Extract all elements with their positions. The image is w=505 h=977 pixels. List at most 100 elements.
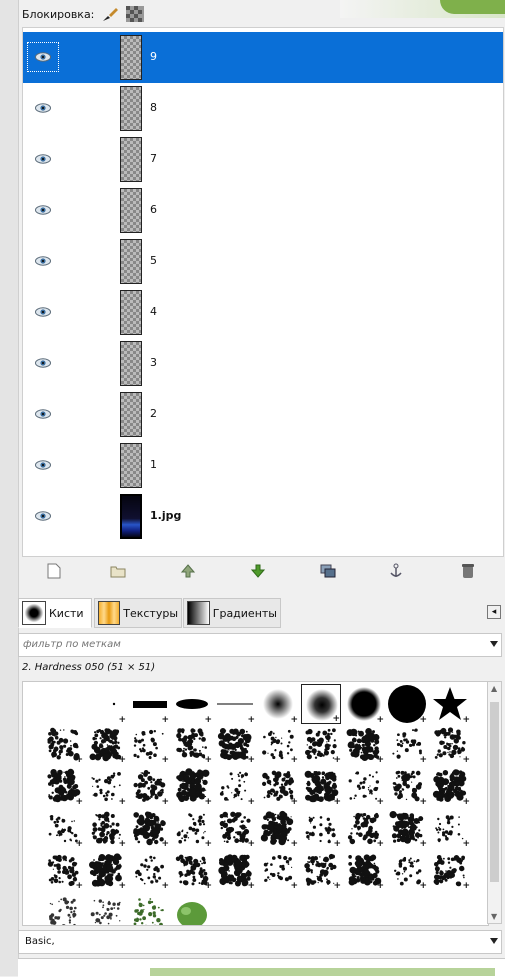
layer-row[interactable]: 1.jpg: [23, 491, 503, 542]
brush-cell[interactable]: +: [43, 893, 83, 926]
brush-cell[interactable]: +: [129, 724, 169, 764]
brush-cell[interactable]: +: [215, 724, 255, 764]
brush-cell[interactable]: +: [387, 724, 427, 764]
layer-row[interactable]: 6: [23, 185, 503, 236]
brush-cell[interactable]: +: [344, 766, 384, 806]
new-layer-icon[interactable]: [45, 562, 63, 580]
brush-cell[interactable]: +: [172, 808, 212, 848]
brush-cell[interactable]: +: [387, 684, 427, 724]
brush-cell[interactable]: +: [430, 808, 470, 848]
brush-cell[interactable]: +: [86, 808, 126, 848]
brush-cell[interactable]: +: [215, 850, 255, 890]
visibility-eye-icon[interactable]: [27, 246, 59, 276]
brush-cell[interactable]: +: [129, 766, 169, 806]
brush-cell[interactable]: +: [43, 808, 83, 848]
layers-list[interactable]: 98 7 65 4 3211.jpg: [22, 27, 504, 557]
visibility-eye-icon[interactable]: [27, 348, 59, 378]
layer-row[interactable]: 9: [23, 32, 503, 83]
brush-cell[interactable]: +: [172, 850, 212, 890]
tag-filter-input[interactable]: [19, 634, 467, 654]
plus-icon: +: [462, 756, 470, 764]
lock-alpha-icon[interactable]: [126, 6, 146, 22]
layer-row[interactable]: 3: [23, 338, 503, 389]
chevron-down-icon[interactable]: [490, 938, 498, 944]
lock-paint-icon[interactable]: [100, 6, 120, 22]
scroll-up-icon[interactable]: ▲: [491, 684, 497, 693]
brush-cell[interactable]: +: [301, 766, 341, 806]
brush-cell[interactable]: +: [301, 724, 341, 764]
brush-cell[interactable]: +: [129, 850, 169, 890]
visibility-eye-icon[interactable]: [27, 399, 59, 429]
brush-cell[interactable]: +: [86, 850, 126, 890]
brush-cell[interactable]: +: [129, 808, 169, 848]
layer-row[interactable]: 8: [23, 83, 503, 134]
brush-cell[interactable]: +: [43, 850, 83, 890]
layer-name: 4: [150, 305, 157, 318]
layer-row[interactable]: 2: [23, 389, 503, 440]
brush-cell[interactable]: +: [301, 808, 341, 848]
chevron-down-icon[interactable]: [490, 641, 498, 647]
brush-cell[interactable]: +: [215, 808, 255, 848]
brush-grid[interactable]: ++++++++++++++++++++++++++++++++++++++++…: [22, 681, 489, 926]
scroll-down-icon[interactable]: ▼: [491, 912, 497, 921]
brush-grid-scrollbar[interactable]: ▲ ▼: [487, 681, 502, 924]
layer-row[interactable]: 7: [23, 134, 503, 185]
brush-cell[interactable]: +: [301, 850, 341, 890]
tab-gradients[interactable]: Градиенты: [183, 598, 281, 628]
brush-cell[interactable]: +: [387, 766, 427, 806]
anchor-layer-icon[interactable]: [387, 562, 405, 580]
brush-cell[interactable]: +: [344, 684, 384, 724]
brush-cell[interactable]: +: [387, 850, 427, 890]
visibility-eye-icon[interactable]: [27, 93, 59, 123]
brush-cell[interactable]: +: [43, 766, 83, 806]
brush-cell[interactable]: +: [43, 724, 83, 764]
brush-cell[interactable]: +: [215, 684, 255, 724]
brush-cell[interactable]: +: [86, 684, 126, 724]
visibility-eye-icon[interactable]: [27, 42, 59, 72]
lower-layer-icon[interactable]: [249, 562, 267, 580]
visibility-eye-icon[interactable]: [27, 297, 59, 327]
duplicate-layer-icon[interactable]: [319, 562, 337, 580]
brush-cell[interactable]: +: [258, 850, 298, 890]
brush-cell[interactable]: +: [258, 724, 298, 764]
layer-name: 7: [150, 152, 157, 165]
brush-cell[interactable]: +: [430, 724, 470, 764]
visibility-eye-icon[interactable]: [27, 501, 59, 531]
brush-cell[interactable]: +: [387, 808, 427, 848]
brush-cell[interactable]: +: [344, 724, 384, 764]
brush-cell[interactable]: +: [430, 850, 470, 890]
tab-menu-button[interactable]: ◂: [487, 605, 501, 619]
brush-cell[interactable]: +: [86, 766, 126, 806]
visibility-eye-icon[interactable]: [27, 450, 59, 480]
brush-cell[interactable]: +: [86, 893, 126, 926]
layer-row[interactable]: 4: [23, 287, 503, 338]
brush-cell[interactable]: +: [344, 850, 384, 890]
brush-cell[interactable]: +: [129, 684, 169, 724]
brush-cell[interactable]: +: [129, 893, 169, 926]
tab-patterns[interactable]: Текстуры: [94, 598, 182, 628]
brush-cell[interactable]: +: [172, 724, 212, 764]
delete-layer-icon[interactable]: [459, 562, 477, 580]
brush-cell[interactable]: +: [258, 808, 298, 848]
brush-cell[interactable]: +: [172, 684, 212, 724]
visibility-eye-icon[interactable]: [27, 144, 59, 174]
brush-cell[interactable]: +: [215, 766, 255, 806]
brush-cell[interactable]: +: [344, 808, 384, 848]
tag-filter[interactable]: [18, 633, 502, 657]
brush-preset-select[interactable]: Basic,: [18, 930, 502, 954]
scrollbar-thumb[interactable]: [490, 702, 499, 882]
layer-row[interactable]: 5: [23, 236, 503, 287]
brush-cell[interactable]: +: [86, 724, 126, 764]
raise-layer-icon[interactable]: [179, 562, 197, 580]
layer-row[interactable]: 1: [23, 440, 503, 491]
brush-cell[interactable]: +: [258, 684, 298, 724]
tab-brushes[interactable]: Кисти: [18, 598, 92, 628]
new-group-icon[interactable]: [109, 562, 127, 580]
brush-cell[interactable]: +: [258, 766, 298, 806]
brush-cell[interactable]: +: [301, 684, 341, 724]
brush-cell[interactable]: +: [430, 766, 470, 806]
brush-cell[interactable]: +: [172, 766, 212, 806]
visibility-eye-icon[interactable]: [27, 195, 59, 225]
brush-cell[interactable]: +: [172, 893, 212, 926]
brush-cell[interactable]: +: [430, 684, 470, 724]
